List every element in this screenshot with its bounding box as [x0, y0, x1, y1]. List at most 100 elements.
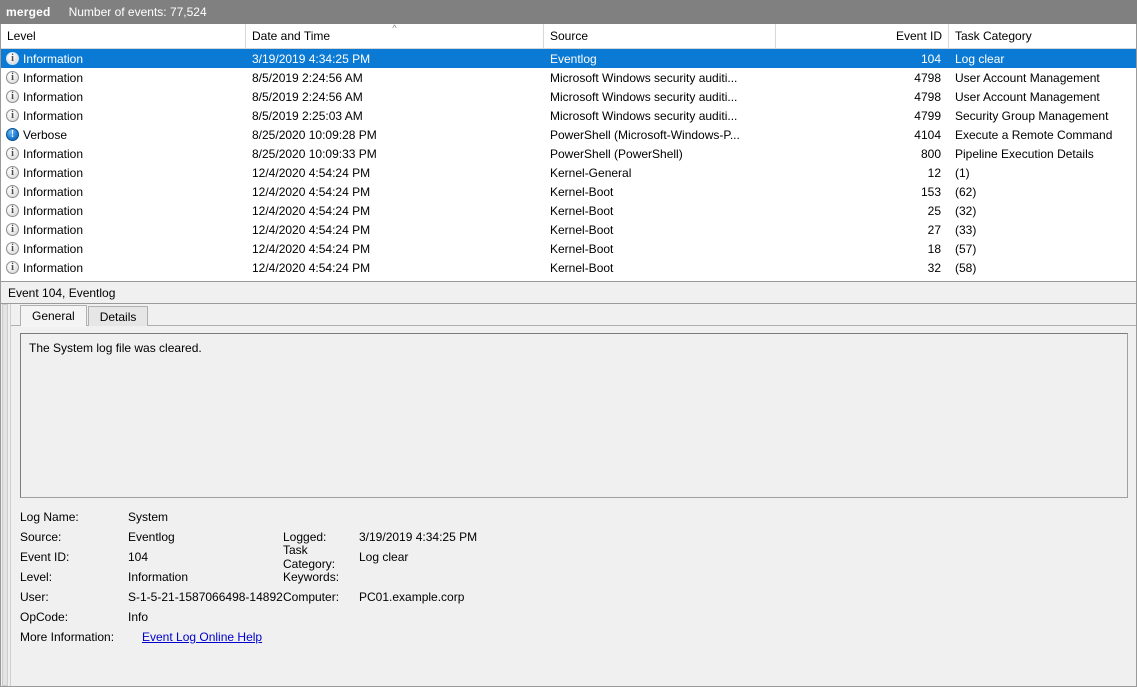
opcode-value: Info: [128, 610, 149, 624]
cell-level: i Information: [1, 204, 246, 218]
opcode-label: OpCode:: [20, 610, 69, 624]
cell-datetime: 12/4/2020 4:54:24 PM: [252, 222, 371, 237]
cell-level: i Information: [1, 52, 246, 66]
level-text: Information: [23, 146, 84, 161]
level-text: Information: [23, 184, 84, 199]
table-row[interactable]: i Information 8/5/2019 2:24:56 AM Microsoft…: [1, 87, 1136, 106]
table-row[interactable]: i Information 12/4/2020 4:54:24 PM Kernel-G…: [1, 163, 1136, 182]
field-row-source: Source: Eventlog Logged: 3/19/2019 4:34:…: [20, 527, 1136, 547]
level-label: Level:: [20, 570, 53, 584]
event-log-online-help-link[interactable]: Event Log Online Help: [142, 630, 262, 644]
scrollbar-thumb[interactable]: [2, 304, 8, 686]
cell-datetime: 12/4/2020 4:54:24 PM: [252, 184, 371, 199]
cell-event_id: 104: [920, 51, 941, 66]
detail-pane-header: Event 104, Eventlog: [1, 282, 1136, 304]
column-header-source[interactable]: Source: [544, 24, 776, 48]
source-value: Eventlog: [128, 530, 175, 544]
cell-datetime: 3/19/2019 4:34:25 PM: [252, 51, 371, 66]
table-row[interactable]: i Information 8/5/2019 2:25:03 AM Microsoft…: [1, 106, 1136, 125]
cell-task_category: (33): [955, 222, 977, 237]
level-text: Information: [23, 70, 84, 85]
cell-level: ! Verbose: [1, 128, 246, 142]
cell-task_category: Pipeline Execution Details: [955, 146, 1094, 161]
information-icon: i: [6, 261, 19, 274]
cell-task_category: Security Group Management: [955, 108, 1109, 123]
table-row[interactable]: i Information 12/4/2020 4:54:24 PM Kernel-B…: [1, 201, 1136, 220]
cell-source: Kernel-Boot: [550, 203, 614, 218]
tab-details[interactable]: Details: [87, 306, 149, 326]
cell-event_id: 4799: [914, 108, 941, 123]
column-header-label: Task Category: [955, 29, 1032, 43]
cell-datetime: 8/25/2020 10:09:28 PM: [252, 127, 377, 142]
cell-level: i Information: [1, 242, 246, 256]
cell-task_category: (1): [955, 165, 970, 180]
field-row-log-name: Log Name: System: [20, 507, 1136, 527]
event-message-text: The System log file was cleared.: [29, 341, 202, 355]
detail-pane-body: General Details The System log file was c…: [1, 304, 1136, 686]
column-header-task_category[interactable]: Task Category: [949, 24, 1136, 48]
cell-level: i Information: [1, 185, 246, 199]
cell-event_id: 27: [927, 222, 941, 237]
task-category-label: Task Category:: [283, 543, 336, 571]
level-text: Information: [23, 241, 84, 256]
event-rows[interactable]: i Information 3/19/2019 4:34:25 PM Eventlog…: [1, 49, 1136, 281]
column-header-event_id[interactable]: Event ID: [776, 24, 949, 48]
detail-header-title: Event 104, Eventlog: [8, 285, 116, 300]
table-row[interactable]: i Information 12/4/2020 4:54:24 PM Kernel-B…: [1, 182, 1136, 201]
cell-datetime: 8/25/2020 10:09:33 PM: [252, 146, 377, 161]
cell-event_id: 4104: [914, 127, 941, 142]
cell-level: i Information: [1, 261, 246, 275]
cell-source: Microsoft Windows security auditi...: [550, 70, 738, 85]
information-icon: i: [6, 71, 19, 84]
cell-event_id: 12: [927, 165, 941, 180]
information-icon: i: [6, 185, 19, 198]
column-header-label: Source: [550, 29, 589, 43]
cell-datetime: 12/4/2020 4:54:24 PM: [252, 241, 371, 256]
cell-level: i Information: [1, 147, 246, 161]
cell-event_id: 25: [927, 203, 941, 218]
table-row[interactable]: i Information 12/4/2020 4:54:24 PM Kernel-B…: [1, 220, 1136, 239]
table-row[interactable]: i Information 8/25/2020 10:09:33 PM PowerSh…: [1, 144, 1136, 163]
cell-task_category: Log clear: [955, 51, 1005, 66]
cell-task_category: User Account Management: [955, 89, 1100, 104]
column-header-label: Event ID: [895, 29, 942, 43]
level-value: Information: [128, 570, 189, 584]
event-field-grid: Log Name: System Source: Eventlog Logged…: [20, 507, 1136, 686]
information-icon: i: [6, 90, 19, 103]
cell-source: PowerShell (Microsoft-Windows-P...: [550, 127, 740, 142]
detail-vertical-scrollbar[interactable]: [1, 304, 11, 686]
logged-value: 3/19/2019 4:34:25 PM: [359, 530, 478, 544]
level-text: Information: [23, 203, 84, 218]
tab-general[interactable]: General: [20, 305, 87, 327]
cell-task_category: User Account Management: [955, 70, 1100, 85]
column-header-datetime[interactable]: Date and Time ^: [246, 24, 544, 48]
verbose-icon: !: [6, 128, 19, 141]
cell-datetime: 8/5/2019 2:24:56 AM: [252, 70, 363, 85]
table-row[interactable]: i Information 8/5/2019 2:24:56 AM Microsoft…: [1, 68, 1136, 87]
cell-datetime: 12/4/2020 4:54:24 PM: [252, 165, 371, 180]
detail-tabstrip: General Details: [11, 304, 1136, 327]
information-icon: i: [6, 109, 19, 122]
user-label: User:: [20, 590, 49, 604]
column-header-level[interactable]: Level: [1, 24, 246, 48]
detail-content: General Details The System log file was c…: [11, 304, 1136, 686]
level-text: Information: [23, 165, 84, 180]
log-name-value: System: [128, 510, 169, 524]
level-text: Information: [23, 89, 84, 104]
cell-level: i Information: [1, 90, 246, 104]
table-row[interactable]: i Information 12/4/2020 4:54:24 PM Kernel-B…: [1, 258, 1136, 277]
table-row[interactable]: ! Verbose 8/25/2020 10:09:28 PM PowerShell …: [1, 125, 1136, 144]
column-header-label: Date and Time: [252, 29, 331, 43]
event-id-label: Event ID:: [20, 550, 70, 564]
table-row[interactable]: i Information 12/4/2020 4:54:24 PM Kernel-B…: [1, 239, 1136, 258]
task-category-value: Log clear: [359, 550, 409, 564]
event-viewer-window: merged Number of events: 77,524 Level Dat…: [0, 0, 1137, 687]
information-icon: i: [6, 223, 19, 236]
cell-event_id: 4798: [914, 70, 941, 85]
field-row-opcode: OpCode: Info: [20, 607, 1136, 627]
sort-ascending-icon: ^: [392, 24, 397, 33]
table-row[interactable]: i Information 3/19/2019 4:34:25 PM Eventlog…: [1, 49, 1136, 68]
cell-datetime: 8/5/2019 2:24:56 AM: [252, 89, 363, 104]
logged-label: Logged:: [283, 530, 327, 544]
field-row-more-information: More Information: Event Log Online Help: [20, 627, 1136, 647]
